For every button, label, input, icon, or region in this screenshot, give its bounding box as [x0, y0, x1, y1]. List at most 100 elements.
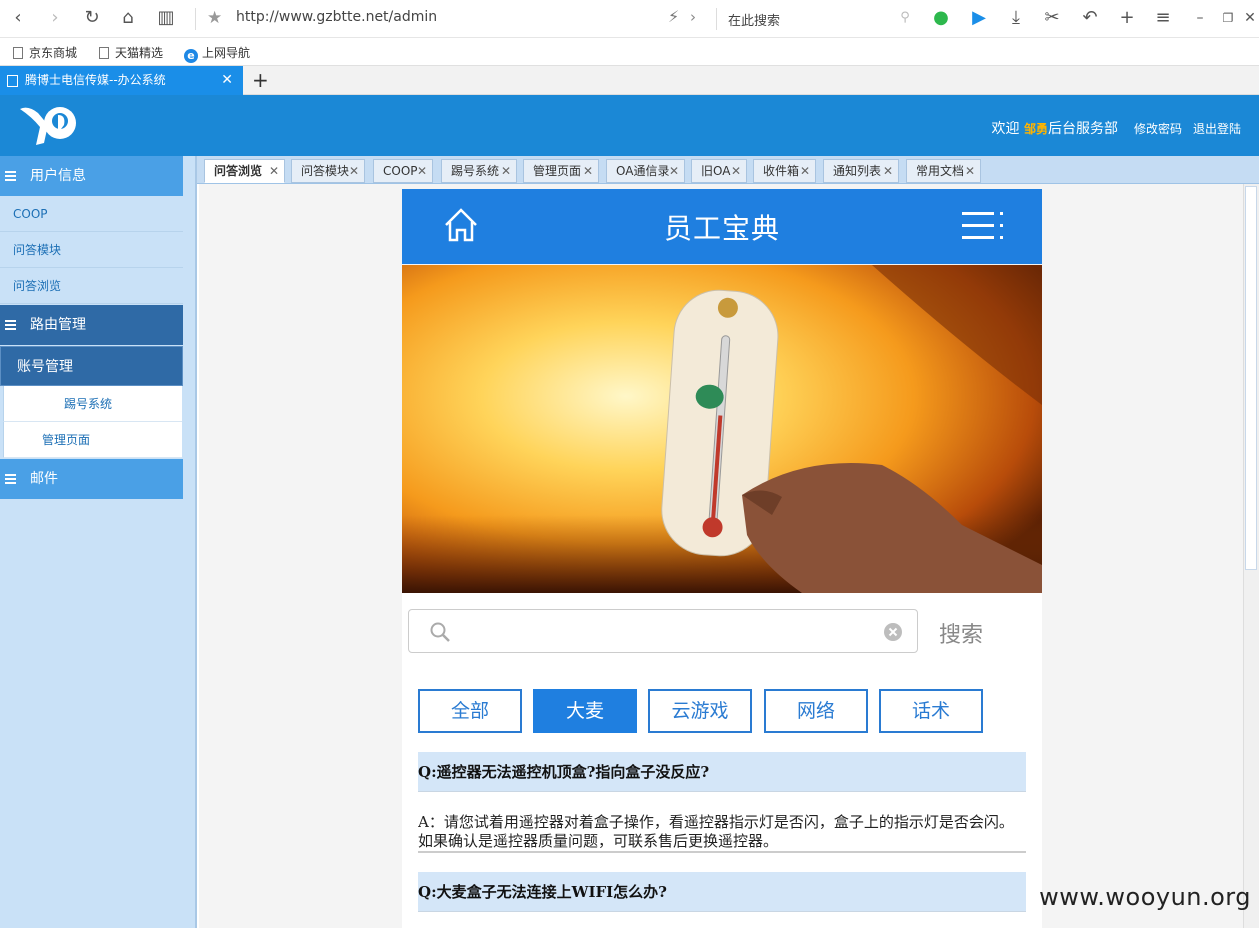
browser-tabbar: 腾博士电信传媒--办公系统 ✕ +	[0, 66, 1259, 95]
watermark: www.wooyun.org	[1039, 883, 1251, 911]
sidebar-section-mail[interactable]: 邮件	[0, 459, 183, 499]
clear-icon[interactable]	[883, 622, 903, 642]
page-icon	[13, 47, 23, 59]
new-tab-button[interactable]: +	[252, 68, 269, 92]
close-icon[interactable]: ✕	[349, 160, 359, 182]
bookmark-label: 天猫精选	[115, 46, 164, 60]
scissors-icon[interactable]: ✂	[1042, 8, 1062, 28]
close-icon[interactable]: ✕	[269, 160, 279, 182]
new-tab-icon[interactable]: +	[1117, 8, 1137, 28]
sidebar-item-admin-page[interactable]: 管理页面	[3, 422, 182, 458]
menu-icon[interactable]: ≡	[1153, 8, 1173, 28]
sidebar-section-user-info[interactable]: 用户信息	[0, 156, 183, 196]
tab-kick-system[interactable]: 踢号系统 ✕	[441, 159, 517, 183]
bookmark-item[interactable]: 天猫精选	[99, 44, 163, 61]
tab-oa-contacts[interactable]: OA通信录 ✕	[606, 159, 685, 183]
bookmark-label: 上网导航	[202, 46, 251, 60]
sidebar-item-coop[interactable]: COOP	[0, 196, 183, 232]
page-icon	[99, 47, 109, 59]
wechat-icon[interactable]: ●	[931, 8, 951, 28]
tab-label: 管理页面	[533, 164, 582, 178]
section-label: 用户信息	[30, 168, 86, 184]
tab-qa-browse[interactable]: 问答浏览 ✕	[204, 159, 285, 183]
star-icon[interactable]: ★	[207, 8, 222, 28]
reload-icon[interactable]: ↻	[82, 8, 102, 28]
menu-icon[interactable]	[960, 209, 1006, 243]
user-name: 邹勇	[1023, 122, 1048, 136]
change-password-link[interactable]: 修改密码	[1134, 120, 1182, 137]
tab-label: 旧OA	[701, 164, 731, 178]
undo-icon[interactable]: ↶	[1080, 8, 1100, 28]
close-icon[interactable]: ✕	[583, 160, 593, 182]
close-icon[interactable]: ✕	[501, 160, 511, 182]
tab-notice-list[interactable]: 通知列表 ✕	[823, 159, 899, 183]
section-label: 邮件	[30, 471, 58, 487]
close-tab-icon[interactable]: ✕	[221, 66, 233, 95]
category-cloud-gaming[interactable]: 云游戏	[648, 689, 752, 733]
scrollbar-thumb[interactable]	[1245, 186, 1257, 570]
department: 后台服务部	[1048, 121, 1118, 137]
ie-icon: e	[184, 49, 198, 63]
reader-icon[interactable]: ▥	[156, 8, 176, 28]
home-icon[interactable]: ⌂	[118, 8, 138, 28]
tab-qa-module[interactable]: 问答模块 ✕	[291, 159, 365, 183]
download-icon[interactable]: ⤓	[1006, 8, 1026, 28]
category-damai[interactable]: 大麦	[533, 689, 637, 733]
divider	[716, 8, 717, 30]
close-icon[interactable]: ✕	[883, 160, 893, 182]
tab-label: 问答模块	[301, 164, 350, 178]
tab-common-docs[interactable]: 常用文档 ✕	[906, 159, 981, 183]
list-icon	[5, 474, 16, 484]
category-all[interactable]: 全部	[418, 689, 522, 733]
close-icon[interactable]: ✕	[800, 160, 810, 182]
browser-search-input[interactable]: 在此搜索	[728, 10, 780, 29]
lightning-icon[interactable]: ⚡	[668, 7, 679, 26]
sidebar-section-routing[interactable]: 路由管理	[0, 305, 183, 345]
list-icon	[5, 171, 16, 181]
bookmark-item[interactable]: e 上网导航	[184, 44, 250, 63]
tab-label: OA通信录	[616, 164, 670, 178]
browser-toolbar: ‹ › ↻ ⌂ ▥ ★ http://www.gzbtte.net/admin …	[0, 0, 1259, 38]
bookmarks-bar: 京东商城 天猫精选 e 上网导航	[0, 38, 1259, 66]
search-input[interactable]	[408, 609, 918, 653]
divider	[195, 8, 196, 30]
tab-label: 常用文档	[916, 164, 965, 178]
search-icon[interactable]: ⚲	[895, 8, 915, 28]
close-icon[interactable]: ✕	[669, 160, 679, 182]
tab-label: 收件箱	[763, 164, 800, 178]
sidebar-item-account-management[interactable]: 账号管理	[0, 346, 183, 386]
sidebar-item-qa-browse[interactable]: 问答浏览	[0, 268, 183, 304]
search-button[interactable]: 搜索	[939, 617, 983, 649]
close-icon[interactable]: ✕	[731, 160, 741, 182]
tab-old-oa[interactable]: 旧OA ✕	[691, 159, 747, 183]
tab-coop[interactable]: COOP ✕	[373, 159, 433, 183]
search-icon	[430, 622, 450, 642]
tab-inbox[interactable]: 收件箱 ✕	[753, 159, 816, 183]
category-scripts[interactable]: 话术	[879, 689, 983, 733]
section-label: 路由管理	[30, 317, 86, 333]
question-item[interactable]: Q:遥控器无法遥控机顶盒?指向盒子没反应?	[418, 752, 1026, 792]
play-icon[interactable]: ▶	[969, 8, 989, 28]
bookmark-label: 京东商城	[29, 46, 78, 60]
tab-label: 踢号系统	[451, 164, 500, 178]
browser-tab[interactable]: 腾博士电信传媒--办公系统 ✕	[0, 66, 243, 95]
close-icon[interactable]: ✕	[417, 160, 427, 182]
close-icon[interactable]: ✕	[1240, 8, 1259, 28]
banner-image	[402, 265, 1042, 593]
tab-admin-page[interactable]: 管理页面 ✕	[523, 159, 599, 183]
address-bar[interactable]: http://www.gzbtte.net/admin	[236, 9, 437, 25]
chevron-right-icon[interactable]: ›	[690, 8, 696, 26]
sidebar-item-qa-module[interactable]: 问答模块	[0, 232, 183, 268]
back-icon[interactable]: ‹	[8, 8, 28, 28]
category-network[interactable]: 网络	[764, 689, 868, 733]
answer-text: A：请您试着用遥控器对着盒子操作，看遥控器指示灯是否闪，盒子上的指示灯是否会闪。…	[418, 813, 1026, 853]
page-title: 员工宝典	[663, 212, 780, 245]
restore-icon[interactable]: ❐	[1218, 8, 1238, 28]
logout-link[interactable]: 退出登陆	[1193, 120, 1241, 137]
question-item[interactable]: Q:大麦盒子无法连接上WIFI怎么办?	[418, 872, 1026, 912]
sidebar-item-kick-system[interactable]: 踢号系统	[3, 386, 182, 422]
forward-icon[interactable]: ›	[45, 8, 65, 28]
bookmark-item[interactable]: 京东商城	[13, 44, 77, 61]
close-icon[interactable]: ✕	[965, 160, 975, 182]
minimize-icon[interactable]: –	[1190, 8, 1210, 28]
